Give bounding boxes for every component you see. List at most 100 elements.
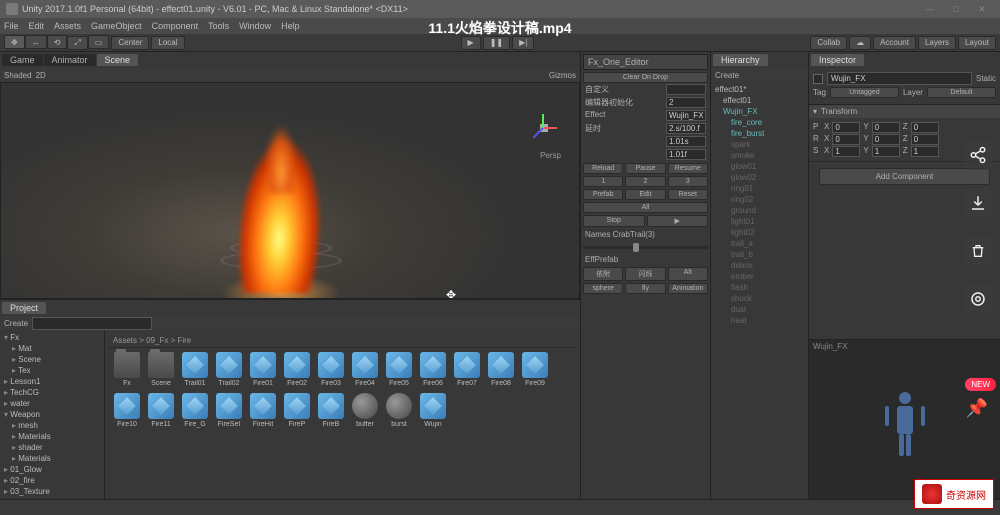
fx-slider[interactable] [583,240,708,254]
tool-0[interactable]: ✥ [4,35,25,49]
fx-btn-Edit[interactable]: Edit [625,189,665,200]
new-badge[interactable]: NEW [965,378,996,391]
asset-Wujin[interactable]: Wujin [419,393,447,428]
asset-preview[interactable]: Wujin_FX [809,339,1000,499]
fx-btn-Stop[interactable]: Stop [583,215,645,227]
tree-02_fire[interactable]: 02_fire [2,475,102,486]
menu-gameobject[interactable]: GameObject [91,21,142,31]
asset-burst[interactable]: burst [385,393,413,428]
fx-btn-▶[interactable]: ▶ [647,215,709,227]
tree-Tex[interactable]: Tex [2,365,102,376]
hierarchy-create[interactable]: Create [715,71,739,80]
tree-Weapon[interactable]: Weapon [2,409,102,420]
scl-z[interactable] [911,146,939,157]
tool-2[interactable]: ⟲ [47,35,68,49]
asset-Trail02[interactable]: Trail02 [215,352,243,387]
menu-file[interactable]: File [4,21,19,31]
hier-glow02[interactable]: glow02 [713,172,806,183]
tab-scene[interactable]: Scene [97,54,139,66]
layout-dropdown[interactable]: Layout [958,36,996,50]
fx-btn-Resume[interactable]: Resume [668,163,708,174]
hier-flash[interactable]: flash [713,282,806,293]
tree-Lesson1[interactable]: Lesson1 [2,376,102,387]
fx-btn-Prefab[interactable]: Prefab [583,189,623,200]
fx-btn-3[interactable]: 3 [668,176,708,187]
layer-dropdown[interactable]: Default [927,87,996,98]
pin-icon[interactable]: 📌 [966,398,988,419]
asset-Fire08[interactable]: Fire08 [487,352,515,387]
fx-btn-Alt[interactable]: Alt [668,267,708,281]
hier-fire_core[interactable]: fire_core [713,117,806,128]
tool-3[interactable]: ⤢ [67,36,87,50]
tree-Materials[interactable]: Materials [2,431,102,442]
hier-light01[interactable]: light01 [713,216,806,227]
pos-x[interactable] [832,122,860,133]
menu-help[interactable]: Help [281,21,300,31]
menu-component[interactable]: Component [152,21,199,31]
asset-FireB[interactable]: FireB [317,393,345,428]
hier-trail_a[interactable]: trail_a [713,238,806,249]
tab-game[interactable]: Game [2,54,43,66]
rot-y[interactable] [872,134,900,145]
download-icon[interactable] [963,188,993,218]
tree-Mat[interactable]: Mat [2,343,102,354]
fx-btn-Pause[interactable]: Pause [625,163,665,174]
fx-btn-sphere[interactable]: sphere [583,283,623,294]
hier-spark[interactable]: spark [713,139,806,150]
menu-edit[interactable]: Edit [29,21,45,31]
gizmos-toggle[interactable]: Gizmos [549,71,576,80]
hier-ring02[interactable]: ring02 [713,194,806,205]
asset-Trail01[interactable]: Trail01 [181,352,209,387]
rot-x[interactable] [832,134,860,145]
tree-Materials[interactable]: Materials [2,453,102,464]
fx-btn-Reset[interactable]: Reset [668,189,708,200]
close-button[interactable]: ✕ [970,2,994,16]
maximize-button[interactable]: □ [944,2,968,16]
menu-window[interactable]: Window [239,21,271,31]
asset-Fire01[interactable]: Fire01 [249,352,277,387]
asset-Fire10[interactable]: Fire10 [113,393,141,428]
asset-FireHit[interactable]: FireHit [249,393,277,428]
shaded-dropdown[interactable]: Shaded [4,71,32,80]
share-icon[interactable] [963,140,993,170]
pivot-toggle[interactable]: Center [111,36,149,50]
space-toggle[interactable]: Local [151,36,184,50]
hier-effect01[interactable]: effect01 [713,95,806,106]
hierarchy-list[interactable]: effect01*effect01Wujin_FXfire_corefire_b… [711,82,808,328]
tag-dropdown[interactable]: Untagged [830,87,899,98]
fx-btn-2[interactable]: 2 [625,176,665,187]
pos-y[interactable] [872,122,900,133]
asset-Fire04[interactable]: Fire04 [351,352,379,387]
breadcrumb[interactable]: Assets > 09_Fx > Fire [109,334,576,348]
2d-toggle[interactable]: 2D [36,71,46,80]
fx-btn-Reload[interactable]: Reload [583,163,623,174]
tab-hierarchy[interactable]: Hierarchy [713,54,768,66]
hier-effect01*[interactable]: effect01* [713,84,806,95]
asset-Fire02[interactable]: Fire02 [283,352,311,387]
tree-01_Glow[interactable]: 01_Glow [2,464,102,475]
asset-Fire06[interactable]: Fire06 [419,352,447,387]
pos-z[interactable] [911,122,939,133]
asset-Scene[interactable]: Scene [147,352,175,387]
asset-FireP[interactable]: FireP [283,393,311,428]
static-toggle[interactable]: Static [976,74,996,83]
hier-ring01[interactable]: ring01 [713,183,806,194]
project-create[interactable]: Create [4,319,28,328]
hier-light02[interactable]: light02 [713,227,806,238]
tree-TechCG[interactable]: TechCG [2,387,102,398]
tab-animator[interactable]: Animator [44,54,96,66]
scene-viewport[interactable]: Persp ✥ [0,82,580,299]
hier-ember[interactable]: ember [713,271,806,282]
target-icon[interactable] [963,284,993,314]
clear-on-drop[interactable]: Clear On Drop [583,72,708,83]
hier-debris[interactable]: debris [713,260,806,271]
asset-Fire11[interactable]: Fire11 [147,393,175,428]
project-grid[interactable]: Assets > 09_Fx > Fire FxSceneTrail01Trai… [105,330,580,499]
minimize-button[interactable]: — [918,2,942,16]
trash-icon[interactable] [963,236,993,266]
tab-inspector[interactable]: Inspector [811,54,864,66]
tree-mesh[interactable]: mesh [2,420,102,431]
hier-ground[interactable]: ground [713,205,806,216]
asset-Fire09[interactable]: Fire09 [521,352,549,387]
projection-label[interactable]: Persp [540,151,561,160]
